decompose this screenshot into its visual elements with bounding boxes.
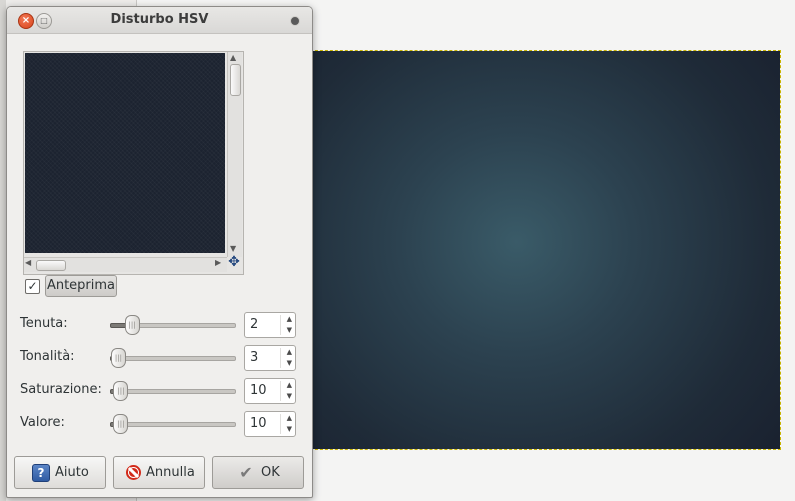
param-row-valore: Valore: ||| 10 ▲ ▼ <box>7 411 312 437</box>
menu-icon[interactable] <box>290 16 300 26</box>
scroll-right-icon[interactable]: ▶ <box>215 258 221 267</box>
param-slider-handle[interactable]: ||| <box>110 348 126 368</box>
spin-up-icon[interactable]: ▲ <box>287 414 292 422</box>
param-slider-track[interactable] <box>110 389 236 394</box>
help-button-label: Aiuto <box>55 465 89 480</box>
param-value[interactable]: 10 <box>250 416 267 431</box>
horizontal-scroll-thumb[interactable] <box>36 260 66 271</box>
param-slider-track[interactable] <box>110 422 236 427</box>
spin-separator <box>280 348 281 368</box>
param-value[interactable]: 3 <box>250 350 258 365</box>
scroll-up-icon[interactable]: ▲ <box>230 53 236 62</box>
param-slider-handle[interactable]: ||| <box>113 381 129 401</box>
spin-down-icon[interactable]: ▼ <box>287 326 292 334</box>
spin-down-icon[interactable]: ▼ <box>287 359 292 367</box>
titlebar[interactable]: × □ Disturbo HSV <box>7 7 312 34</box>
spin-separator <box>280 414 281 434</box>
help-icon: ? <box>32 464 50 482</box>
param-row-tenuta: Tenuta: ||| 2 ▲ ▼ <box>7 312 312 338</box>
ok-button[interactable]: ✔ OK <box>212 456 304 489</box>
param-row-tonalita: Tonalità: ||| 3 ▲ ▼ <box>7 345 312 371</box>
preview-toggle-label[interactable]: Anteprima <box>45 275 117 297</box>
param-label: Saturazione: <box>20 382 102 397</box>
param-spinbutton[interactable]: 10 ▲ ▼ <box>244 378 296 404</box>
scroll-down-icon[interactable]: ▼ <box>230 244 236 253</box>
spin-up-icon[interactable]: ▲ <box>287 315 292 323</box>
param-slider-handle[interactable]: ||| <box>124 315 140 335</box>
ok-check-icon: ✔ <box>239 463 253 482</box>
image-canvas[interactable] <box>300 50 781 450</box>
param-slider-handle[interactable]: ||| <box>113 414 129 434</box>
ok-button-label: OK <box>261 465 280 480</box>
spin-up-icon[interactable]: ▲ <box>287 348 292 356</box>
cancel-icon <box>126 465 141 480</box>
scroll-left-icon[interactable]: ◀ <box>25 258 31 267</box>
param-spinbutton[interactable]: 3 ▲ ▼ <box>244 345 296 371</box>
spin-up-icon[interactable]: ▲ <box>287 381 292 389</box>
param-spinbutton[interactable]: 10 ▲ ▼ <box>244 411 296 437</box>
image-content[interactable] <box>301 51 780 449</box>
param-slider-track[interactable] <box>110 356 236 361</box>
spin-separator <box>280 381 281 401</box>
param-row-saturazione: Saturazione: ||| 10 ▲ ▼ <box>7 378 312 404</box>
cancel-button[interactable]: Annulla <box>113 456 205 489</box>
hsv-noise-dialog: × □ Disturbo HSV ▲ ▼ ◀ ▶ ✥ ✓ Anteprima T… <box>6 6 313 498</box>
param-label: Valore: <box>20 415 65 430</box>
param-value[interactable]: 2 <box>250 317 258 332</box>
preview-horizontal-scrollbar[interactable]: ◀ ▶ <box>24 257 227 272</box>
cancel-button-label: Annulla <box>146 465 195 480</box>
vertical-scroll-thumb[interactable] <box>230 64 241 96</box>
preview-checkbox[interactable]: ✓ <box>25 279 40 294</box>
dialog-title: Disturbo HSV <box>110 12 209 27</box>
preview-vertical-scrollbar[interactable]: ▲ ▼ <box>227 52 242 257</box>
spin-separator <box>280 315 281 335</box>
preview-area: ▲ ▼ ◀ ▶ <box>23 51 244 275</box>
help-button[interactable]: ? Aiuto <box>14 456 106 489</box>
spin-down-icon[interactable]: ▼ <box>287 425 292 433</box>
param-label: Tonalità: <box>20 349 75 364</box>
param-spinbutton[interactable]: 2 ▲ ▼ <box>244 312 296 338</box>
param-label: Tenuta: <box>20 316 68 331</box>
preview-image[interactable] <box>25 53 225 253</box>
param-value[interactable]: 10 <box>250 383 267 398</box>
navigate-icon[interactable]: ✥ <box>227 255 241 269</box>
spin-down-icon[interactable]: ▼ <box>287 392 292 400</box>
